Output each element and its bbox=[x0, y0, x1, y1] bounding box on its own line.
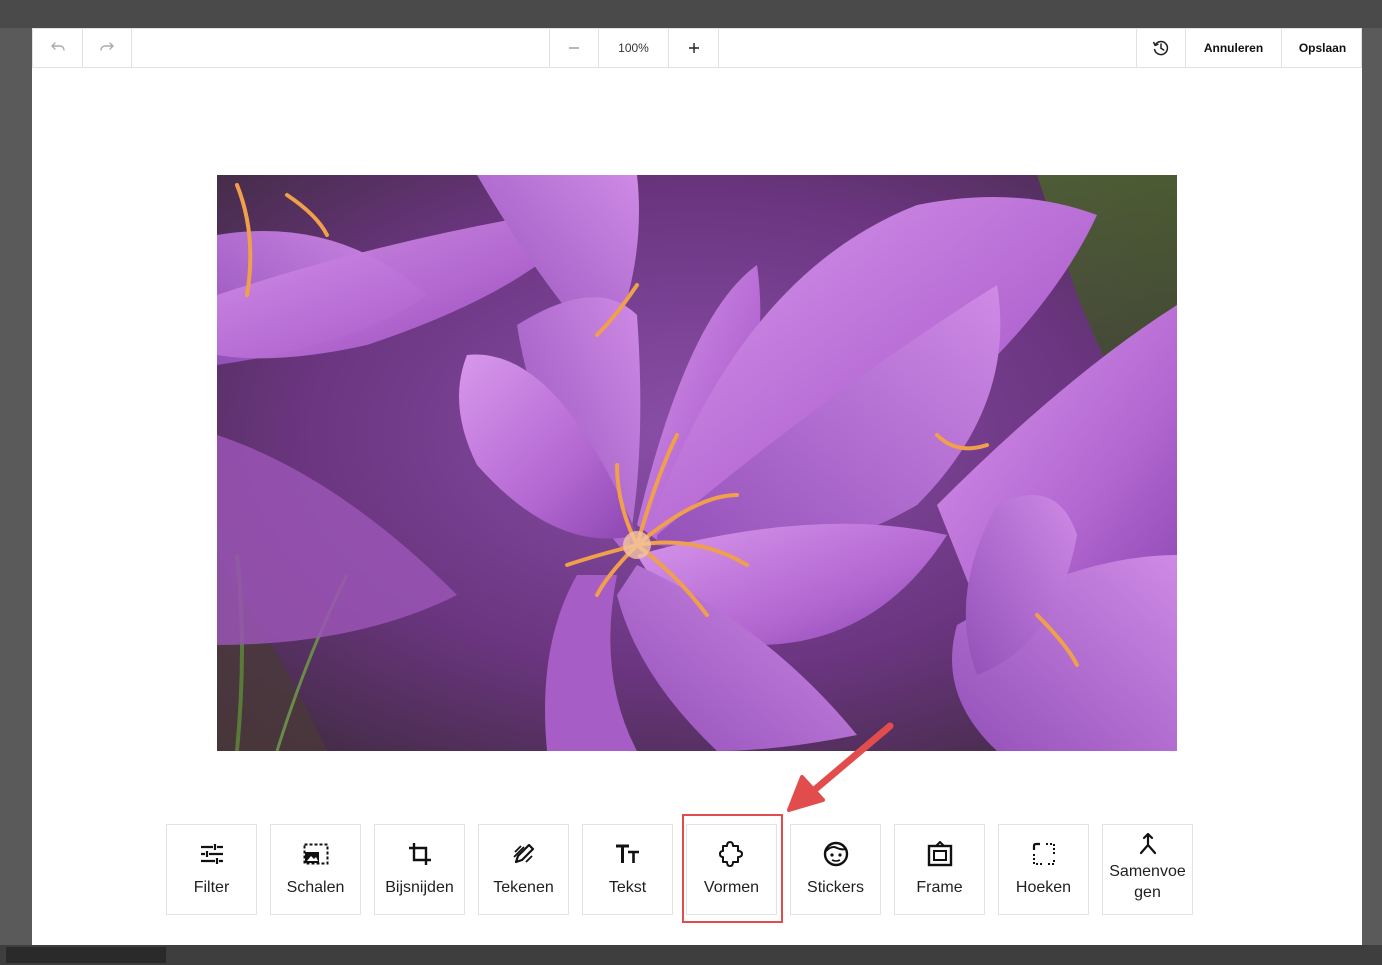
save-button[interactable]: Opslaan bbox=[1282, 29, 1363, 67]
zoom-out-button[interactable] bbox=[549, 29, 599, 67]
tool-label-line2: gen bbox=[1134, 883, 1161, 901]
tool-vormen[interactable]: Vormen bbox=[686, 824, 777, 915]
redo-icon bbox=[99, 42, 115, 54]
undo-icon bbox=[50, 42, 66, 54]
crop-icon bbox=[407, 841, 433, 867]
minus-icon bbox=[568, 42, 580, 54]
smiley-sticker-icon bbox=[823, 841, 849, 867]
tool-label: Filter bbox=[193, 879, 230, 896]
editor-toolbar: 100% Annuleren Opslaan bbox=[32, 28, 1362, 68]
tool-bijsnijden[interactable]: Bijsnijden bbox=[374, 824, 465, 915]
draw-icon bbox=[511, 841, 537, 867]
zoom-level: 100% bbox=[599, 29, 669, 67]
zoom-in-button[interactable] bbox=[669, 29, 719, 67]
tool-schalen[interactable]: Schalen bbox=[270, 824, 361, 915]
tool-frame[interactable]: Frame bbox=[894, 824, 985, 915]
tool-tekst[interactable]: Tekst bbox=[582, 824, 673, 915]
plus-icon bbox=[688, 42, 700, 54]
tool-label: Hoeken bbox=[1015, 879, 1072, 896]
tool-stickers[interactable]: Stickers bbox=[790, 824, 881, 915]
save-label: Opslaan bbox=[1298, 41, 1347, 55]
backdrop-chip bbox=[6, 947, 166, 963]
tool-label: Tekst bbox=[608, 879, 647, 896]
history-icon bbox=[1152, 39, 1170, 57]
cancel-label: Annuleren bbox=[1203, 41, 1264, 55]
history-button[interactable] bbox=[1136, 29, 1186, 67]
flower-photo bbox=[217, 175, 1177, 751]
tool-label: Frame bbox=[916, 879, 963, 896]
frame-icon bbox=[927, 841, 953, 867]
tool-samenvoegen[interactable]: Samenvoe gen bbox=[1102, 824, 1193, 915]
backdrop-bottom bbox=[0, 945, 1382, 965]
tool-hoeken[interactable]: Hoeken bbox=[998, 824, 1089, 915]
tool-filter[interactable]: Filter bbox=[166, 824, 257, 915]
sliders-icon bbox=[199, 841, 225, 867]
cancel-button[interactable]: Annuleren bbox=[1186, 29, 1282, 67]
tool-label-line1: Samenvoe bbox=[1109, 862, 1186, 880]
backdrop-top bbox=[0, 0, 1382, 28]
image-canvas[interactable] bbox=[217, 175, 1177, 751]
image-editor-modal: 100% Annuleren Opslaan Filter Schalen Bi… bbox=[32, 28, 1362, 945]
redo-button[interactable] bbox=[83, 29, 132, 67]
tool-tekenen[interactable]: Tekenen bbox=[478, 824, 569, 915]
tool-label: Schalen bbox=[286, 879, 345, 896]
merge-icon bbox=[1135, 831, 1161, 857]
resize-icon bbox=[303, 841, 329, 867]
corners-icon bbox=[1031, 841, 1057, 867]
tool-label: Vormen bbox=[703, 879, 760, 896]
tool-label: Stickers bbox=[807, 879, 864, 896]
undo-button[interactable] bbox=[33, 29, 83, 67]
tool-label: Bijsnijden bbox=[385, 879, 454, 896]
puzzle-shape-icon bbox=[718, 841, 745, 867]
tool-label: Tekenen bbox=[493, 879, 554, 896]
zoom-value: 100% bbox=[618, 41, 649, 55]
text-icon bbox=[615, 841, 641, 867]
